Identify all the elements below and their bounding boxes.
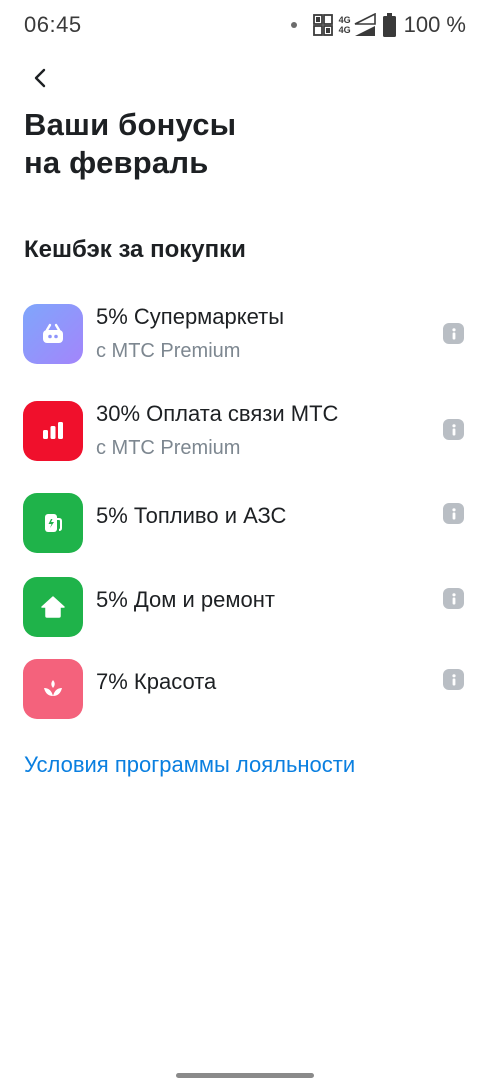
fuel-pump-icon (45, 514, 62, 532)
dual-sim-icon (312, 14, 333, 36)
cashback-list: 5% Супермаркеты с МТС Premium 30% Оплата… (0, 298, 490, 737)
status-icons: 4G 4G 100 % (290, 12, 466, 38)
item-texts: 5% Дом и ремонт (96, 585, 275, 615)
cashback-item-supermarkets[interactable]: 5% Супермаркеты с МТС Premium (0, 298, 490, 395)
cashback-item-mts-payment[interactable]: 30% Оплата связи МТС с МТС Premium (0, 395, 490, 487)
item-title: 5% Супермаркеты (96, 304, 285, 329)
chevron-left-icon (34, 68, 46, 88)
info-button[interactable] (443, 503, 464, 524)
home-indicator[interactable] (176, 1073, 314, 1078)
item-title: 5% Дом и ремонт (96, 587, 275, 612)
cashback-item-beauty[interactable]: 7% Красота (0, 653, 490, 737)
battery-percent: 100 % (403, 12, 466, 37)
info-icon (451, 327, 456, 339)
flower-icon (44, 680, 62, 696)
info-button[interactable] (443, 419, 464, 440)
item-title: 7% Красота (96, 669, 217, 694)
network-type-bottom: 4G (338, 25, 351, 35)
notification-dot-icon (290, 22, 297, 28)
item-subtitle: с МТС Premium (96, 437, 241, 459)
bar-chart-icon (43, 422, 63, 439)
battery-icon (382, 13, 396, 37)
cashback-item-home-repair[interactable]: 5% Дом и ремонт (0, 571, 490, 653)
category-icon-tile (23, 659, 83, 719)
cashback-item-fuel[interactable]: 5% Топливо и АЗС (0, 487, 490, 571)
info-button[interactable] (443, 323, 464, 344)
network-type-top: 4G (338, 15, 351, 25)
item-texts: 7% Красота (96, 667, 216, 697)
item-subtitle: с МТС Premium (96, 340, 241, 362)
category-icon-tile (23, 401, 83, 461)
info-button[interactable] (443, 669, 464, 690)
status-time: 06:45 (24, 12, 82, 37)
item-texts: 5% Супермаркеты с МТС Premium (96, 302, 284, 366)
category-icon-tile (23, 493, 83, 553)
network-signal-icon: 4G 4G (339, 13, 377, 37)
info-icon (451, 592, 456, 604)
category-icon-tile (23, 304, 83, 364)
loyalty-terms-link[interactable]: Условия программы лояльности (24, 752, 355, 778)
info-button[interactable] (443, 588, 464, 609)
category-icon-tile (23, 577, 83, 637)
info-icon (451, 673, 456, 685)
item-title: 30% Оплата связи МТС (96, 401, 339, 426)
status-bar: 06:45 4G 4G 100 % (0, 0, 490, 50)
back-button[interactable] (22, 60, 58, 96)
screen: 06:45 4G 4G 100 % Ваши бонусы на февраль… (0, 0, 490, 1090)
item-title: 5% Топливо и АЗС (96, 503, 287, 528)
info-icon (451, 423, 456, 435)
house-icon (41, 596, 65, 618)
info-icon (451, 507, 456, 519)
item-texts: 5% Топливо и АЗС (96, 501, 286, 531)
shopping-basket-icon (43, 323, 63, 343)
section-title: Кешбэк за покупки (24, 236, 246, 263)
page-title: Ваши бонусы на февраль (24, 107, 237, 180)
item-texts: 30% Оплата связи МТС с МТС Premium (96, 399, 338, 463)
